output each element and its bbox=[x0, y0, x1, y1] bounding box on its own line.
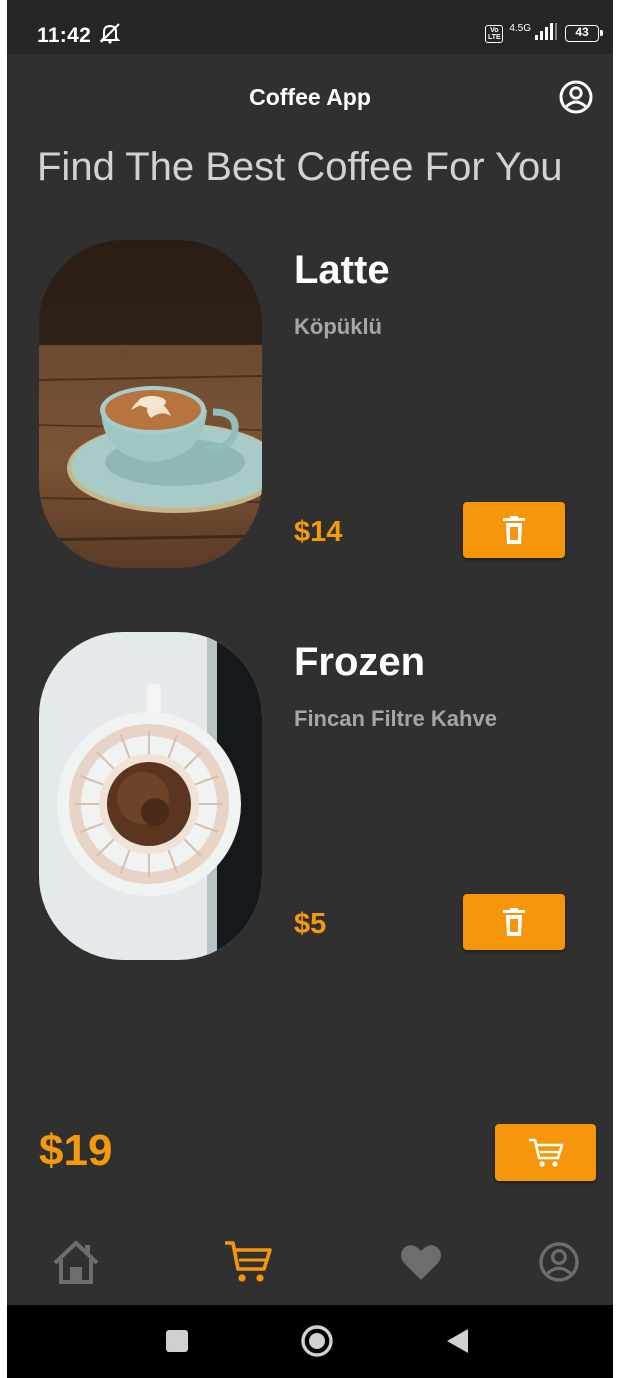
circle-icon bbox=[301, 1325, 333, 1357]
trash-icon bbox=[503, 516, 525, 544]
square-icon bbox=[166, 1330, 188, 1352]
trash-icon bbox=[503, 908, 525, 936]
item-description: Köpüklü bbox=[294, 314, 382, 339]
battery-indicator: 43 bbox=[565, 25, 603, 42]
page-headline: Find The Best Coffee For You bbox=[37, 145, 563, 189]
item-name: Frozen bbox=[294, 640, 426, 684]
nav-profile[interactable] bbox=[529, 1232, 589, 1292]
item-description: Fincan Filtre Kahve bbox=[294, 706, 497, 731]
home-icon bbox=[53, 1241, 99, 1284]
item-price: $14 bbox=[294, 516, 343, 548]
nav-cart[interactable] bbox=[218, 1232, 278, 1292]
cart-icon bbox=[528, 1138, 563, 1167]
cart-item-card: Latte Köpüklü $14 bbox=[7, 240, 613, 570]
cart-total: $19 bbox=[39, 1126, 113, 1175]
account-circle-icon bbox=[559, 80, 593, 114]
remove-item-button[interactable] bbox=[463, 502, 565, 558]
mute-icon bbox=[97, 21, 123, 50]
system-navigation-bar bbox=[7, 1305, 613, 1378]
back-triangle-icon bbox=[447, 1329, 468, 1353]
heart-icon bbox=[401, 1245, 441, 1280]
signal-icon bbox=[533, 22, 559, 45]
checkout-button[interactable] bbox=[495, 1124, 596, 1181]
status-time: 11:42 bbox=[37, 24, 92, 47]
bottom-navigation bbox=[7, 1222, 613, 1302]
back-button[interactable] bbox=[439, 1323, 475, 1359]
phone-screen: 11:42 Vo LTE 4.5G 43 Coffee App Find The… bbox=[7, 0, 613, 1378]
app-title: Coffee App bbox=[249, 84, 371, 110]
status-bar: 11:42 Vo LTE 4.5G 43 bbox=[7, 0, 613, 54]
profile-button[interactable] bbox=[558, 79, 594, 115]
latte-cup-photo bbox=[39, 240, 262, 568]
nav-home[interactable] bbox=[46, 1232, 106, 1292]
status-indicators: Vo LTE 4.5G 43 bbox=[485, 22, 603, 45]
item-name: Latte bbox=[294, 248, 390, 292]
account-circle-icon bbox=[539, 1242, 579, 1282]
network-type: 4.5G bbox=[509, 22, 531, 34]
remove-item-button[interactable] bbox=[463, 894, 565, 950]
recent-apps-button[interactable] bbox=[159, 1323, 195, 1359]
nav-favorites[interactable] bbox=[391, 1232, 451, 1292]
item-price: $5 bbox=[294, 908, 327, 940]
cart-item-card: Frozen Fincan Filtre Kahve $5 bbox=[7, 632, 613, 962]
filter-coffee-photo bbox=[39, 632, 262, 960]
volte-badge: Vo LTE bbox=[485, 24, 504, 43]
cart-icon bbox=[225, 1241, 272, 1282]
home-system-button[interactable] bbox=[299, 1323, 335, 1359]
